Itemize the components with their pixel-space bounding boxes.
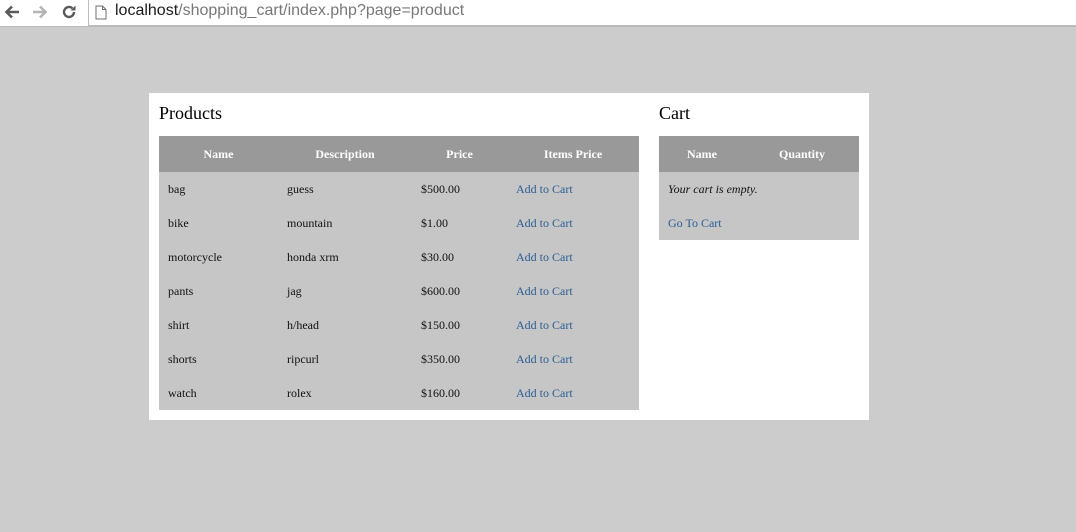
product-price: $500.00	[421, 181, 460, 196]
cart-header-row: Name Quantity	[659, 136, 859, 172]
cart-empty-row: Your cart is empty.	[659, 172, 859, 206]
table-row: shorts ripcurl $350.00 Add to Cart	[159, 342, 639, 376]
add-to-cart-link[interactable]: Add to Cart	[516, 216, 573, 230]
product-name: bike	[168, 215, 189, 230]
product-name: shorts	[168, 351, 197, 366]
product-name: pants	[168, 283, 194, 298]
products-table: Name Description Price Items Price bag g…	[159, 136, 639, 410]
product-price: $30.00	[421, 249, 454, 264]
table-row: bag guess $500.00 Add to Cart	[159, 172, 639, 206]
add-to-cart-cell: Add to Cart	[507, 376, 639, 410]
column-header-description: Description	[278, 136, 412, 172]
address-bar[interactable]: localhost/shopping_cart/index.php?page=p…	[88, 0, 1076, 26]
add-to-cart-link[interactable]: Add to Cart	[516, 250, 573, 264]
table-row: shirt h/head $150.00 Add to Cart	[159, 308, 639, 342]
cart-link-row: Go To Cart	[659, 206, 859, 240]
product-price: $150.00	[421, 317, 460, 332]
browser-toolbar: localhost/shopping_cart/index.php?page=p…	[0, 0, 1076, 27]
add-to-cart-link[interactable]: Add to Cart	[516, 318, 573, 332]
column-header-name: Name	[159, 136, 278, 172]
product-description: mountain	[287, 215, 333, 230]
product-description: rolex	[287, 385, 312, 400]
add-to-cart-cell: Add to Cart	[507, 342, 639, 376]
url-text: localhost/shopping_cart/index.php?page=p…	[115, 2, 464, 20]
page-icon	[95, 5, 107, 25]
product-name: shirt	[168, 317, 190, 332]
back-arrow-icon[interactable]	[3, 3, 21, 21]
column-header-price: Price	[412, 136, 507, 172]
product-price: $600.00	[421, 283, 460, 298]
cart-table: Name Quantity Your cart is empty. Go To …	[659, 136, 859, 240]
forward-arrow-icon[interactable]	[31, 3, 49, 21]
product-name: watch	[168, 385, 197, 400]
column-header-items-price: Items Price	[507, 136, 639, 172]
product-price: $1.00	[421, 215, 448, 230]
add-to-cart-link[interactable]: Add to Cart	[516, 182, 573, 196]
add-to-cart-cell: Add to Cart	[507, 206, 639, 240]
main-panel: Products Name Description Price Items Pr…	[149, 93, 869, 420]
table-row: pants jag $600.00 Add to Cart	[159, 274, 639, 308]
products-header-row: Name Description Price Items Price	[159, 136, 639, 172]
table-row: watch rolex $160.00 Add to Cart	[159, 376, 639, 410]
add-to-cart-cell: Add to Cart	[507, 172, 639, 206]
cart-column-header-quantity: Quantity	[745, 136, 859, 172]
add-to-cart-link[interactable]: Add to Cart	[516, 284, 573, 298]
product-name: motorcycle	[168, 249, 222, 264]
url-path: /shopping_cart/index.php?page=product	[178, 2, 465, 19]
add-to-cart-link[interactable]: Add to Cart	[516, 352, 573, 366]
table-row: bike mountain $1.00 Add to Cart	[159, 206, 639, 240]
url-host: localhost	[115, 2, 179, 19]
product-description: honda xrm	[287, 249, 339, 264]
product-name: bag	[168, 181, 186, 196]
cart-title: Cart	[659, 103, 690, 123]
add-to-cart-cell: Add to Cart	[507, 308, 639, 342]
products-title: Products	[159, 103, 222, 123]
add-to-cart-link[interactable]: Add to Cart	[516, 386, 573, 400]
product-price: $160.00	[421, 385, 460, 400]
table-row: motorcycle honda xrm $30.00 Add to Cart	[159, 240, 639, 274]
go-to-cart-link[interactable]: Go To Cart	[668, 216, 722, 230]
go-to-cart-cell: Go To Cart	[659, 206, 859, 240]
product-description: jag	[287, 283, 302, 298]
add-to-cart-cell: Add to Cart	[507, 240, 639, 274]
product-price: $350.00	[421, 351, 460, 366]
cart-column-header-name: Name	[659, 136, 745, 172]
add-to-cart-cell: Add to Cart	[507, 274, 639, 308]
product-description: ripcurl	[287, 351, 319, 366]
product-description: h/head	[287, 317, 319, 332]
reload-icon[interactable]	[60, 3, 78, 21]
cart-empty-message: Your cart is empty.	[668, 181, 758, 196]
product-description: guess	[287, 181, 314, 196]
